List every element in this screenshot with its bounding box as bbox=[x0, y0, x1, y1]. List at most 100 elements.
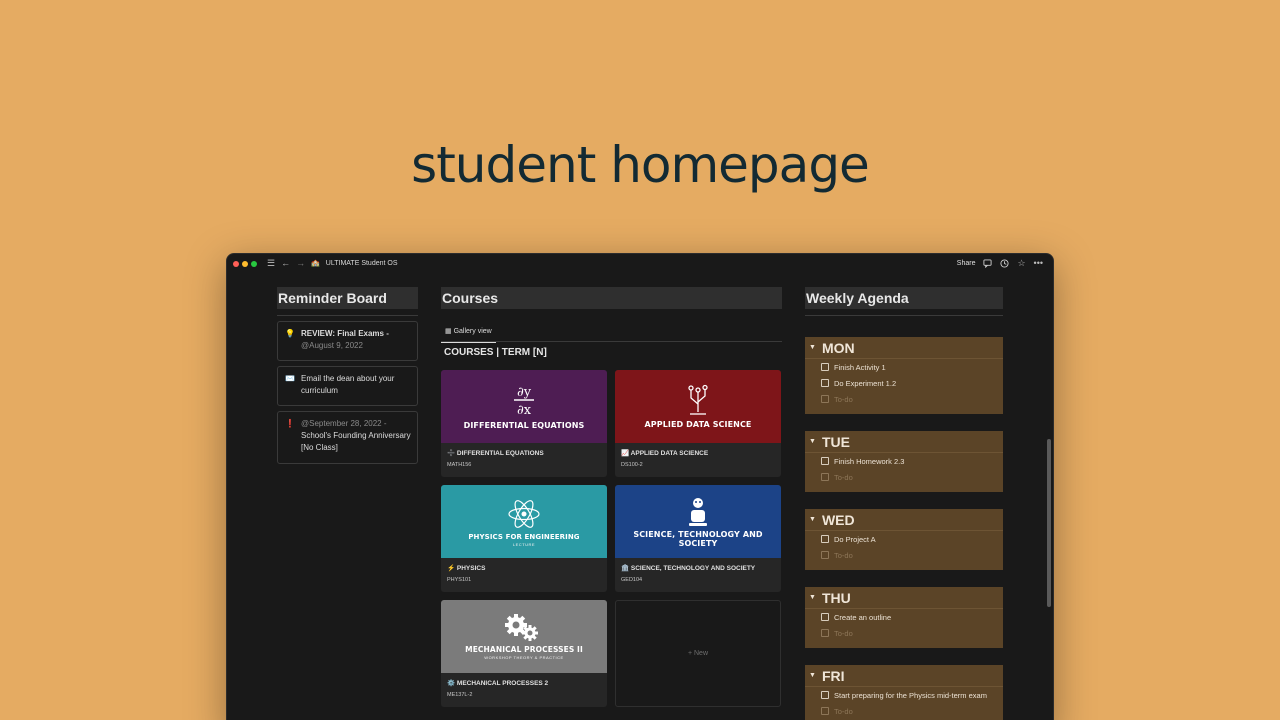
day-toggle-tue[interactable]: ▼ TUE bbox=[805, 431, 1003, 453]
day-name: MON bbox=[821, 339, 855, 356]
course-card[interactable]: ∂y ∂x DIFFERENTIAL EQUATIONS ➗ DIFFERENT… bbox=[441, 370, 607, 477]
divider bbox=[805, 315, 1003, 316]
checkbox[interactable] bbox=[821, 395, 829, 403]
course-cover-subtitle: WORKSHOP THEORY & PRACTICE bbox=[484, 655, 564, 660]
todo-placeholder[interactable]: To-do bbox=[805, 391, 1003, 407]
page-breadcrumb[interactable]: ULTIMATE Student OS bbox=[326, 260, 398, 267]
comments-icon[interactable] bbox=[983, 259, 993, 268]
course-cover-label: MECHANICAL PROCESSES II bbox=[465, 645, 583, 654]
reminder-text: Email the dean about your curriculum bbox=[301, 374, 395, 395]
day-thu: ▼ THU Create an outline To-do bbox=[805, 587, 1003, 648]
svg-text:∂x: ∂x bbox=[517, 403, 532, 417]
triangle-down-icon[interactable]: ▼ bbox=[809, 438, 816, 445]
favorite-star-icon[interactable]: ☆ bbox=[1017, 259, 1025, 268]
exclamation-icon: ❗ bbox=[285, 419, 295, 428]
day-mon: ▼ MON Finish Activity 1 Do Experiment 1.… bbox=[805, 337, 1003, 414]
sidebar-menu-icon[interactable]: ☰ bbox=[267, 259, 275, 268]
course-title: ⚡ PHYSICS bbox=[447, 565, 486, 572]
courses-heading: Courses bbox=[441, 287, 782, 309]
todo-text: Do Experiment 1.2 bbox=[834, 378, 897, 388]
day-toggle-thu[interactable]: ▼ THU bbox=[805, 587, 1003, 609]
course-code: DS100-2 bbox=[621, 462, 643, 468]
todo-item[interactable]: Do Project A bbox=[805, 531, 1003, 547]
triangle-down-icon[interactable]: ▼ bbox=[809, 672, 816, 679]
todo-placeholder[interactable]: To-do bbox=[805, 469, 1003, 485]
triangle-down-icon[interactable]: ▼ bbox=[809, 344, 816, 351]
reminder-date[interactable]: @August 9, 2022 bbox=[301, 340, 411, 352]
todo-text: Finish Homework 2.3 bbox=[834, 456, 905, 466]
checkbox[interactable] bbox=[821, 363, 829, 371]
course-cover-label: PHYSICS FOR ENGINEERING bbox=[468, 532, 580, 541]
checkbox[interactable] bbox=[821, 707, 829, 715]
course-card[interactable]: SCIENCE, TECHNOLOGY AND SOCIETY 🏛️ SCIEN… bbox=[615, 485, 781, 592]
weekly-agenda-heading: Weekly Agenda bbox=[805, 287, 1003, 309]
course-cover: APPLIED DATA SCIENCE bbox=[615, 370, 781, 443]
reminder-item[interactable]: 💡 REVIEW: Final Exams - @August 9, 2022 bbox=[277, 321, 418, 361]
checkbox[interactable] bbox=[821, 473, 829, 481]
course-cover-label: DIFFERENTIAL EQUATIONS bbox=[463, 421, 585, 430]
gallery-icon: ▦ bbox=[445, 328, 452, 335]
gears-icon bbox=[505, 614, 538, 641]
todo-item[interactable]: Finish Activity 1 bbox=[805, 359, 1003, 375]
checkbox[interactable] bbox=[821, 551, 829, 559]
checkbox[interactable] bbox=[821, 457, 829, 465]
todo-placeholder[interactable]: To-do bbox=[805, 547, 1003, 563]
todo-item[interactable]: Finish Homework 2.3 bbox=[805, 453, 1003, 469]
reminder-date[interactable]: @September 28, 2022 bbox=[301, 419, 382, 428]
course-title: 📈 APPLIED DATA SCIENCE bbox=[621, 450, 709, 457]
course-card[interactable]: PHYSICS FOR ENGINEERING LECTURE ⚡ PHYSIC… bbox=[441, 485, 607, 592]
todo-text: Do Project A bbox=[834, 534, 876, 544]
course-cover: SCIENCE, TECHNOLOGY AND SOCIETY bbox=[615, 485, 781, 558]
reminder-item[interactable]: ✉️ Email the dean about your curriculum bbox=[277, 366, 418, 406]
more-options-icon[interactable]: ••• bbox=[1034, 259, 1043, 268]
back-arrow-icon[interactable]: ← bbox=[281, 259, 290, 268]
atom-icon bbox=[508, 499, 540, 528]
reminder-item[interactable]: ❗ @September 28, 2022 - School's Foundin… bbox=[277, 411, 418, 464]
checkbox[interactable] bbox=[821, 613, 829, 621]
reminder-date-separator: - bbox=[381, 419, 387, 428]
school-icon: 🏫 bbox=[311, 260, 320, 267]
course-card[interactable]: APPLIED DATA SCIENCE 📈 APPLIED DATA SCIE… bbox=[615, 370, 781, 477]
checkbox[interactable] bbox=[821, 379, 829, 387]
triangle-down-icon[interactable]: ▼ bbox=[809, 594, 816, 601]
course-title: ➗ DIFFERENTIAL EQUATIONS bbox=[447, 450, 544, 457]
checkbox[interactable] bbox=[821, 535, 829, 543]
course-cover: ∂y ∂x DIFFERENTIAL EQUATIONS bbox=[441, 370, 607, 443]
minimize-window-button[interactable] bbox=[242, 260, 248, 267]
history-clock-icon[interactable] bbox=[1000, 259, 1010, 268]
day-tue: ▼ TUE Finish Homework 2.3 To-do bbox=[805, 431, 1003, 492]
day-toggle-fri[interactable]: ▼ FRI bbox=[805, 665, 1003, 687]
divider bbox=[441, 341, 782, 342]
course-card[interactable]: MECHANICAL PROCESSES II WORKSHOP THEORY … bbox=[441, 600, 607, 707]
todo-item[interactable]: Start preparing for the Physics mid-term… bbox=[805, 687, 1003, 703]
checkbox[interactable] bbox=[821, 629, 829, 637]
reminder-text: REVIEW: Final Exams - bbox=[301, 329, 389, 338]
close-window-button[interactable] bbox=[233, 260, 239, 267]
reminder-board-heading: Reminder Board bbox=[277, 287, 418, 309]
new-course-button[interactable]: + New bbox=[615, 600, 781, 707]
day-toggle-mon[interactable]: ▼ MON bbox=[805, 337, 1003, 359]
data-tree-icon bbox=[688, 384, 708, 415]
todo-placeholder[interactable]: To-do bbox=[805, 625, 1003, 641]
day-toggle-wed[interactable]: ▼ WED bbox=[805, 509, 1003, 531]
course-code: GED104 bbox=[621, 577, 643, 583]
vertical-scrollbar[interactable] bbox=[1047, 439, 1051, 607]
lightbulb-icon: 💡 bbox=[285, 329, 295, 338]
tab-gallery-view-label: Gallery view bbox=[453, 328, 492, 335]
course-cover: MECHANICAL PROCESSES II WORKSHOP THEORY … bbox=[441, 600, 607, 673]
todo-item[interactable]: Do Experiment 1.2 bbox=[805, 375, 1003, 391]
todo-text: Finish Activity 1 bbox=[834, 362, 886, 372]
checkbox[interactable] bbox=[821, 691, 829, 699]
zoom-window-button[interactable] bbox=[251, 260, 257, 267]
forward-arrow-icon[interactable]: → bbox=[296, 259, 305, 268]
todo-item[interactable]: Create an outline bbox=[805, 609, 1003, 625]
triangle-down-icon[interactable]: ▼ bbox=[809, 516, 816, 523]
app-window: ☰ ← → 🏫 ULTIMATE Student OS Share ☆ ••• … bbox=[226, 253, 1054, 720]
share-button[interactable]: Share bbox=[957, 260, 976, 267]
day-name: FRI bbox=[821, 667, 845, 684]
course-code: PHYS101 bbox=[447, 577, 472, 583]
todo-placeholder[interactable]: To-do bbox=[805, 703, 1003, 719]
day-fri: ▼ FRI Start preparing for the Physics mi… bbox=[805, 665, 1003, 720]
day-name: WED bbox=[821, 511, 855, 528]
course-cover-label: SCIENCE, TECHNOLOGY AND SOCIETY bbox=[633, 529, 763, 548]
